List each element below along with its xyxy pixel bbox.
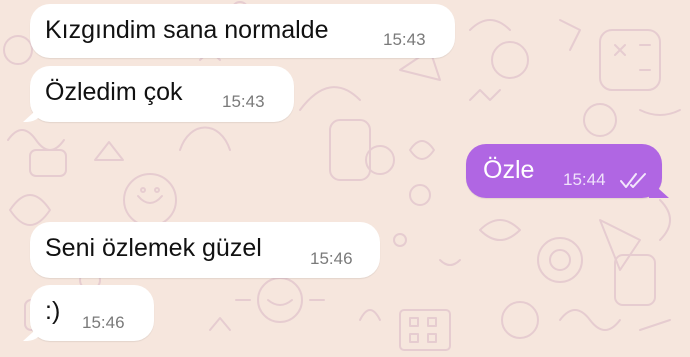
message-timestamp: 15:43 [222,92,265,111]
double-check-read-icon [620,173,646,188]
message-text: Özledim çok [45,78,183,106]
message-text: Kızgındim sana normalde [45,16,329,44]
message-text: Özle [483,156,535,184]
chat-message-list: Kızgındim sana normalde 15:43 Özledim ço… [0,0,690,357]
message-bubble-incoming[interactable]: Seni özlemek güzel 15:46 [30,222,380,278]
message-text: Seni özlemek güzel [45,234,262,262]
message-timestamp: 15:44 [563,170,606,189]
message-timestamp: 15:43 [383,30,426,49]
message-text: :) [45,297,61,325]
message-bubble-incoming[interactable]: :) 15:46 [30,285,154,341]
message-timestamp: 15:46 [310,249,353,268]
message-timestamp: 15:46 [82,313,125,332]
message-bubble-incoming[interactable]: Özledim çok 15:43 [30,66,294,122]
message-bubble-incoming[interactable]: Kızgındim sana normalde 15:43 [30,4,455,58]
message-bubble-outgoing[interactable]: Özle 15:44 [466,144,662,198]
